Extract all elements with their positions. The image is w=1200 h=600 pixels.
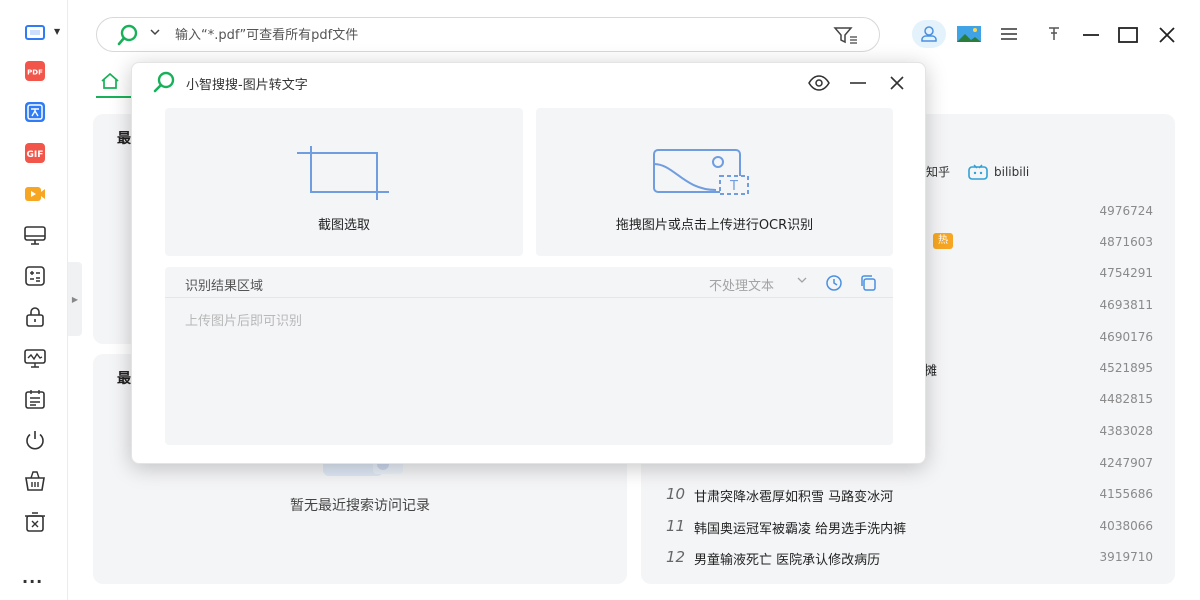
list-item[interactable]: 12 男童输液死亡 医院承认修改病历 3919710 bbox=[662, 546, 1162, 570]
hot-count: 4871603 bbox=[1099, 235, 1153, 249]
rank: 11 bbox=[666, 517, 686, 535]
hot-count: 4383028 bbox=[1099, 424, 1153, 438]
sidebar-collapse-handle[interactable]: ▶ bbox=[68, 262, 82, 336]
pin-icon[interactable] bbox=[1042, 20, 1066, 48]
minimize-icon bbox=[1083, 34, 1099, 36]
svg-text:GIF: GIF bbox=[27, 150, 44, 160]
lock-icon[interactable] bbox=[22, 304, 48, 330]
search-icon[interactable] bbox=[117, 24, 141, 50]
rank: 12 bbox=[666, 548, 686, 566]
text-mode-select[interactable]: 不处理文本 bbox=[709, 275, 774, 294]
copy-icon[interactable] bbox=[858, 273, 878, 293]
close-icon bbox=[1159, 27, 1175, 43]
minimize-button[interactable] bbox=[1078, 22, 1104, 48]
svg-text:PDF: PDF bbox=[27, 69, 43, 77]
chevron-down-icon[interactable]: ▼ bbox=[54, 27, 60, 36]
list-item[interactable]: 11 韩国奥运冠军被霸凌 给男选手洗内裤 4038066 bbox=[662, 515, 1162, 539]
hot-source-tabs: 知乎 bilibili bbox=[926, 163, 1047, 180]
hot-count: 4038066 bbox=[1099, 519, 1153, 533]
search-input[interactable] bbox=[175, 24, 795, 46]
dialog-title: 小智搜搜-图片转文字 bbox=[186, 78, 308, 93]
dialog-minimize-button[interactable] bbox=[846, 71, 870, 95]
hot-title: 韩国奥运冠军被霸凌 给男选手洗内裤 bbox=[694, 522, 907, 537]
hot-count: 4690176 bbox=[1099, 330, 1153, 344]
chevron-down-icon[interactable] bbox=[149, 26, 161, 41]
svg-text:T: T bbox=[729, 179, 738, 194]
history-icon[interactable] bbox=[824, 273, 844, 293]
panel-title: 最 bbox=[117, 371, 131, 387]
result-placeholder: 上传图片后即可识别 bbox=[185, 314, 303, 329]
upload-image-tile[interactable]: T 拖拽图片或点击上传进行OCR识别 bbox=[536, 108, 893, 256]
hot-count: 4155686 bbox=[1099, 487, 1153, 501]
minimize-icon bbox=[850, 82, 866, 84]
app-window: ▼ PDF GIF ... ▶ 输入“*.pdf”可查看所有pdf文件 最 最 … bbox=[0, 0, 1200, 600]
pdf-icon[interactable]: PDF bbox=[22, 58, 48, 84]
crop-label: 截图选取 bbox=[317, 218, 370, 233]
ocr-dialog: 小智搜搜-图片转文字 截图选取 T 拖拽图片或点击上传进行OCR识别 识别结果区… bbox=[131, 62, 926, 464]
hot-title: 男童输液死亡 医院承认修改病历 bbox=[694, 553, 881, 568]
active-tab-indicator bbox=[96, 96, 136, 98]
chevron-down-icon[interactable] bbox=[797, 275, 807, 288]
user-avatar[interactable] bbox=[912, 20, 946, 48]
image-ocr-icon: T bbox=[653, 149, 749, 195]
hot-count: 4482815 bbox=[1099, 392, 1153, 406]
hot-count: 4693811 bbox=[1099, 298, 1153, 312]
search-logo-icon bbox=[152, 71, 178, 97]
hot-count: 4247907 bbox=[1099, 456, 1153, 470]
upload-label: 拖拽图片或点击上传进行OCR识别 bbox=[615, 218, 814, 233]
home-tab[interactable] bbox=[100, 72, 120, 94]
search-bar bbox=[96, 17, 880, 52]
left-toolbar: ▼ PDF GIF ... bbox=[0, 0, 68, 600]
maximize-button[interactable] bbox=[1115, 22, 1141, 48]
more-menu[interactable]: ... bbox=[22, 568, 43, 587]
eye-button[interactable] bbox=[807, 71, 831, 95]
crop-icon bbox=[297, 146, 389, 200]
skin-picture-icon[interactable] bbox=[955, 20, 983, 48]
monitor-icon[interactable] bbox=[22, 222, 48, 248]
bilibili-icon bbox=[968, 163, 988, 180]
user-icon bbox=[921, 26, 937, 42]
calendar-icon[interactable] bbox=[22, 386, 48, 412]
menu-icon[interactable] bbox=[996, 20, 1022, 48]
video-icon[interactable] bbox=[22, 181, 48, 207]
close-icon bbox=[890, 76, 904, 90]
translate-icon[interactable] bbox=[22, 99, 48, 125]
list-item[interactable]: 10 甘肃突降冰雹厚如积雪 马路变冰河 4155686 bbox=[662, 483, 1162, 507]
hot-count: 4754291 bbox=[1099, 266, 1153, 280]
dialog-close-button[interactable] bbox=[885, 71, 909, 95]
result-title: 识别结果区域 bbox=[185, 279, 264, 294]
panel-title: 最 bbox=[117, 131, 131, 147]
power-icon[interactable] bbox=[22, 427, 48, 453]
hot-count: 3919710 bbox=[1099, 550, 1153, 564]
filter-icon[interactable] bbox=[833, 26, 859, 48]
hot-title: 甘肃突降冰雹厚如积雪 马路变冰河 bbox=[694, 490, 894, 505]
source-tab-zhihu[interactable]: 知乎 bbox=[926, 163, 950, 180]
trash-icon[interactable] bbox=[22, 509, 48, 535]
cleanup-basket-icon[interactable] bbox=[22, 468, 48, 494]
hot-count: 4521895 bbox=[1099, 361, 1153, 375]
result-header: 识别结果区域 不处理文本 bbox=[165, 267, 893, 298]
calculator-icon[interactable] bbox=[22, 263, 48, 289]
maximize-icon bbox=[1118, 27, 1138, 43]
eye-icon bbox=[808, 75, 830, 91]
chevron-right-icon: ▶ bbox=[71, 294, 79, 304]
close-button[interactable] bbox=[1154, 22, 1180, 48]
empty-state-text: 暂无最近搜索访问记录 bbox=[290, 498, 430, 514]
source-tab-bilibili[interactable]: bilibili bbox=[994, 165, 1029, 179]
home-icon bbox=[101, 72, 119, 89]
system-monitor-icon[interactable] bbox=[22, 345, 48, 371]
rank: 10 bbox=[666, 485, 686, 503]
result-area: 识别结果区域 不处理文本 上传图片后即可识别 bbox=[165, 267, 893, 445]
gif-icon[interactable]: GIF bbox=[22, 140, 48, 166]
hot-count: 4976724 bbox=[1099, 204, 1153, 218]
screen-capture-icon[interactable] bbox=[22, 20, 48, 46]
crop-select-tile[interactable]: 截图选取 bbox=[165, 108, 523, 256]
